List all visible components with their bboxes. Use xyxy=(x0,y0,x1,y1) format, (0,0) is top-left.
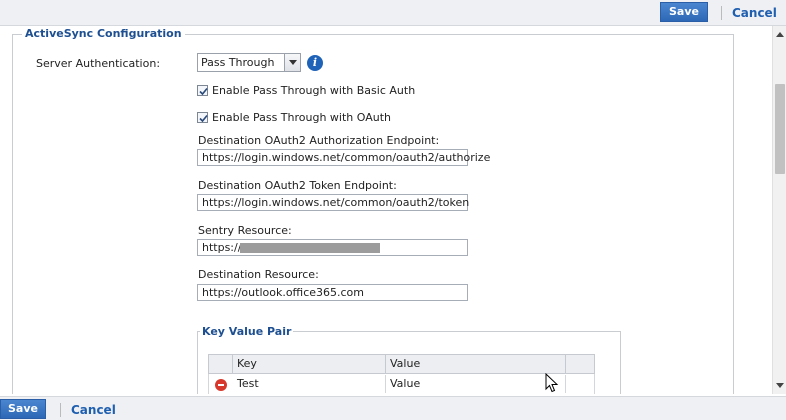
server-auth-value: Pass Through xyxy=(201,56,275,69)
sentry-resource-label: Sentry Resource: xyxy=(198,224,292,237)
toolbar-divider xyxy=(721,6,722,20)
dest-resource-label: Destination Resource: xyxy=(198,268,319,281)
sentry-resource-input[interactable]: https:// xyxy=(197,239,468,256)
row-key[interactable]: Test xyxy=(233,375,386,393)
cancel-link-top[interactable]: Cancel xyxy=(732,6,777,20)
redacted-text xyxy=(240,243,380,253)
server-auth-label: Server Authentication: xyxy=(36,57,161,70)
kvp-table-header: Key Value xyxy=(208,354,595,374)
oauth-checkbox[interactable] xyxy=(197,112,208,123)
dest-resource-input[interactable]: https://outlook.office365.com xyxy=(197,284,468,301)
top-toolbar: Save Cancel xyxy=(0,0,786,26)
section-title: ActiveSync Configuration xyxy=(22,27,185,40)
dest-resource-value: https://outlook.office365.com xyxy=(202,286,364,299)
kvp-title: Key Value Pair xyxy=(200,325,294,338)
sentry-resource-value: https:// xyxy=(202,241,242,254)
header-action-cell xyxy=(209,355,233,373)
token-endpoint-value: https://login.windows.net/common/oauth2/… xyxy=(202,196,470,209)
save-button-bottom[interactable]: Save xyxy=(0,399,46,419)
token-endpoint-label: Destination OAuth2 Token Endpoint: xyxy=(198,179,397,192)
info-icon[interactable]: i xyxy=(307,55,323,71)
toolbar-divider-bottom xyxy=(60,403,61,417)
main-content: ActiveSync Configuration Server Authenti… xyxy=(0,26,772,394)
auth-endpoint-label: Destination OAuth2 Authorization Endpoin… xyxy=(198,134,440,147)
basic-auth-label: Enable Pass Through with Basic Auth xyxy=(212,84,416,97)
save-button-top[interactable]: Save xyxy=(660,2,708,22)
cancel-link-bottom[interactable]: Cancel xyxy=(71,403,116,417)
server-auth-select[interactable]: Pass Through xyxy=(197,53,301,72)
header-key[interactable]: Key xyxy=(233,355,386,373)
row-value[interactable]: Value xyxy=(386,375,566,393)
auth-endpoint-input[interactable]: https://login.windows.net/common/oauth2/… xyxy=(197,149,490,166)
scroll-up-icon[interactable] xyxy=(776,32,784,37)
chevron-down-icon[interactable] xyxy=(284,54,300,71)
mouse-cursor-icon xyxy=(545,373,559,393)
auth-endpoint-value: https://login.windows.net/common/oauth2/… xyxy=(202,151,491,164)
scroll-down-icon[interactable] xyxy=(776,383,784,388)
vertical-scrollbar[interactable] xyxy=(772,26,786,394)
scroll-thumb[interactable] xyxy=(775,84,785,174)
header-value[interactable]: Value xyxy=(386,355,566,373)
bottom-toolbar: Save Cancel xyxy=(0,396,786,420)
oauth-label: Enable Pass Through with OAuth xyxy=(212,111,392,124)
basic-auth-checkbox[interactable] xyxy=(197,85,208,96)
remove-icon[interactable] xyxy=(215,379,227,391)
token-endpoint-input[interactable]: https://login.windows.net/common/oauth2/… xyxy=(197,194,470,211)
table-row: Test Value xyxy=(208,374,595,394)
